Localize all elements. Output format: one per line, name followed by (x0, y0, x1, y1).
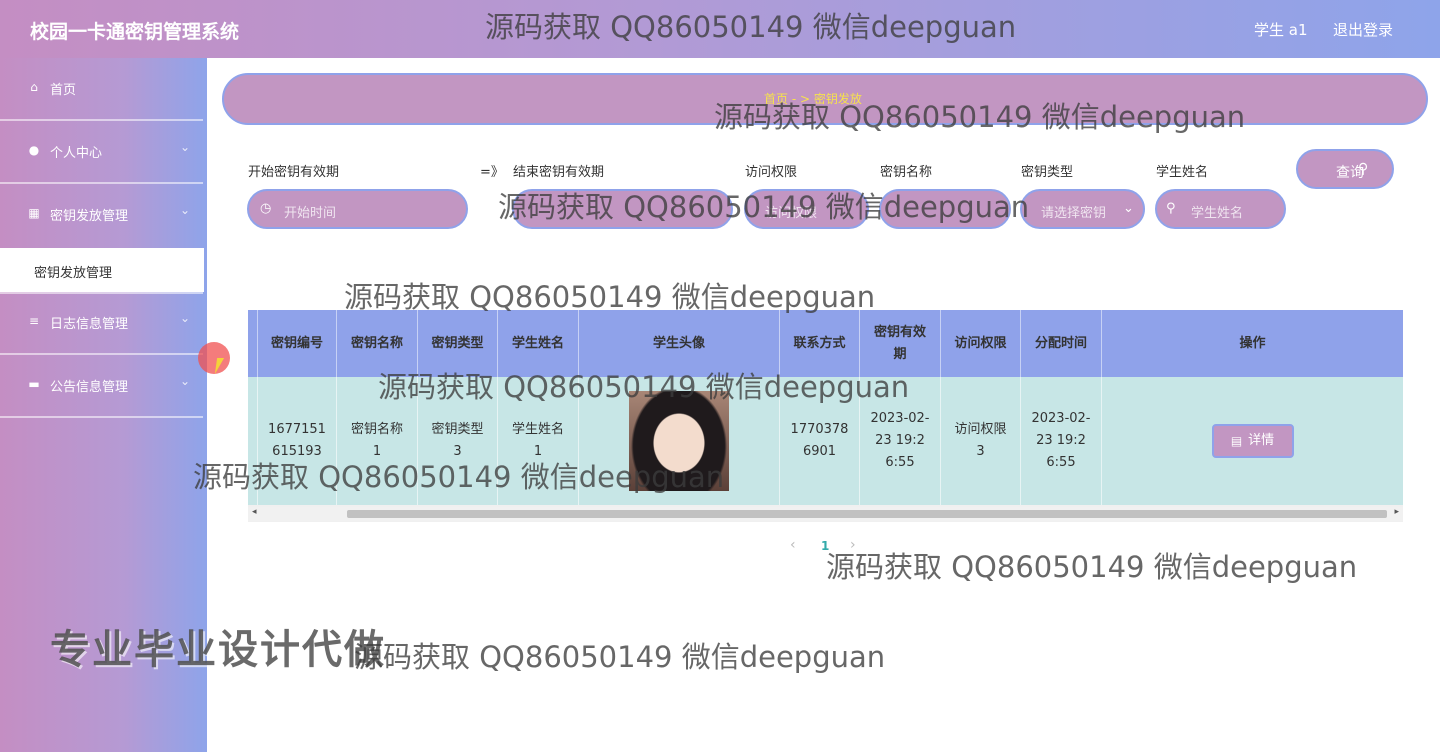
sidebar-item-announcement[interactable]: ▬ 公告信息管理 ⌄ (0, 355, 203, 415)
access-label: 访问权限 (745, 165, 798, 180)
sidebar-item-personal-center[interactable]: ● 个人中心 ⌄ (0, 121, 203, 181)
assigned-time-cell: 2023-02-23 19:26:55 (1021, 377, 1102, 505)
current-user[interactable]: 学生 a1 (1254, 19, 1308, 40)
submenu-item-key-issue[interactable]: 密钥发放管理 (0, 248, 204, 292)
scroll-right-icon[interactable]: ▸ (1394, 507, 1399, 517)
search-icon: ⚲ (1166, 201, 1176, 216)
key-type-label: 密钥类型 (1021, 165, 1074, 180)
sidebar-item-label: 日志信息管理 (50, 317, 129, 332)
pager-prev-button[interactable]: ‹ (790, 537, 796, 553)
watermark: 源码获取 QQ86050149 微信deepguan (826, 550, 1358, 584)
chevron-down-icon: ⌄ (180, 140, 191, 154)
cursor-highlight (198, 342, 230, 374)
grid-icon: ▦ (28, 206, 40, 220)
search-icon: ⚲ (1358, 161, 1369, 177)
mouse-cursor-icon (214, 358, 225, 374)
column-header: 密钥编号 (258, 310, 337, 377)
home-icon: ⌂ (30, 80, 38, 94)
action-cell: ▤ 详情 (1102, 377, 1403, 505)
list-icon: ≡ (28, 314, 40, 328)
promo-watermark: 专业毕业设计代做 (50, 627, 386, 673)
sidebar-item-key-issue[interactable]: ▦ 密钥发放管理 ⌄ (0, 184, 203, 244)
sidebar-item-label: 密钥发放管理 (50, 209, 129, 224)
menu-divider (0, 416, 203, 418)
chevron-down-icon: ⌄ (1123, 201, 1134, 216)
chevron-down-icon: ⌄ (180, 203, 191, 217)
clock-icon: ◷ (260, 201, 272, 216)
selection-column (248, 310, 258, 377)
scrollbar-thumb[interactable] (347, 510, 1387, 518)
horizontal-scrollbar[interactable]: ◂ ▸ (248, 507, 1403, 521)
access-cell: 访问权限3 (941, 377, 1021, 505)
chevron-down-icon: ⌄ (180, 374, 191, 388)
sidebar-item-log[interactable]: ≡ 日志信息管理 ⌄ (0, 292, 203, 352)
column-header: 访问权限 (941, 310, 1021, 377)
logout-link[interactable]: 退出登录 (1333, 19, 1393, 40)
watermark: 源码获取 QQ86050149 微信deepguan (714, 100, 1246, 134)
chevron-down-icon: ⌄ (180, 311, 191, 325)
scroll-left-icon[interactable]: ◂ (252, 507, 257, 517)
start-date-input[interactable]: ◷ 开始时间 (247, 189, 468, 229)
column-header: 操作 (1239, 335, 1266, 351)
search-button[interactable]: 查询 ⚲ (1296, 149, 1394, 189)
watermark: 源码获取 QQ86050149 微信deepguan (354, 640, 886, 674)
date-range-arrow: =》 (480, 165, 504, 180)
column-header: 分配时间 (1021, 310, 1102, 377)
app-title: 校园一卡通密钥管理系统 (30, 21, 240, 43)
announce-icon: ▬ (28, 377, 40, 391)
start-date-label: 开始密钥有效期 (248, 165, 340, 180)
document-icon: ▤ (1230, 434, 1243, 448)
sidebar-item-label: 首页 (50, 83, 77, 98)
student-name-input[interactable]: ⚲ 学生姓名 (1155, 189, 1286, 229)
end-date-label: 结束密钥有效期 (513, 165, 605, 180)
sidebar-item-label: 个人中心 (50, 146, 103, 161)
key-type-select[interactable]: 请选择密钥 ⌄ (1020, 189, 1145, 229)
sidebar-item-label: 公告信息管理 (50, 380, 129, 395)
detail-button[interactable]: ▤ 详情 (1211, 424, 1294, 458)
key-name-label: 密钥名称 (880, 165, 933, 180)
watermark: 源码获取 QQ86050149 微信deepguan (485, 10, 1017, 44)
watermark: 源码获取 QQ86050149 微信deepguan (378, 370, 910, 404)
student-name-label: 学生姓名 (1156, 165, 1209, 180)
sidebar-item-home[interactable]: ⌂ 首页 (0, 58, 203, 118)
watermark: 源码获取 QQ86050149 微信deepguan (193, 460, 725, 494)
watermark: 源码获取 QQ86050149 微信deepguan (344, 280, 876, 314)
watermark: 源码获取 QQ86050149 微信deepguan (498, 190, 1030, 224)
user-icon: ● (28, 143, 40, 157)
